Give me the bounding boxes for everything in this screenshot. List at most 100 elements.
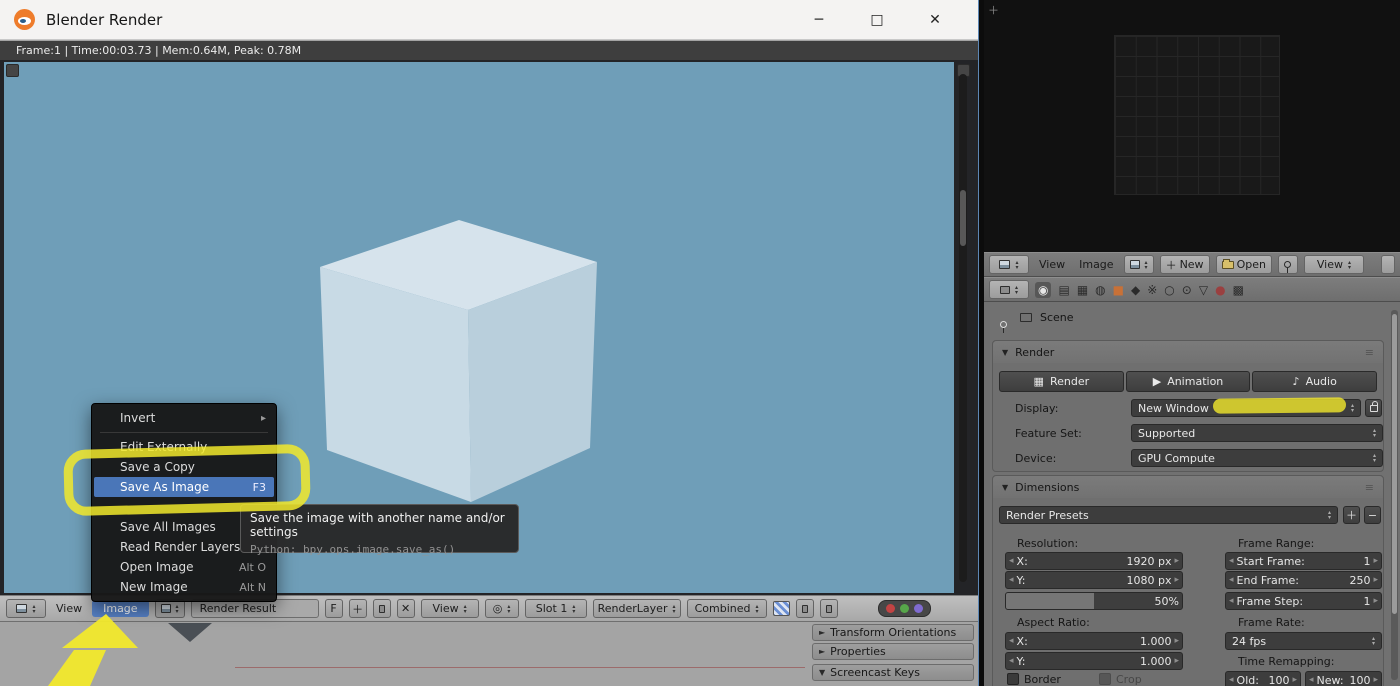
new-image-button[interactable]: ＋: [349, 599, 367, 618]
add-preset-button[interactable]: ＋: [1343, 506, 1360, 524]
tab-material-icon[interactable]: ●: [1215, 283, 1225, 297]
render-layer-dropdown[interactable]: RenderLayer ▴▾: [593, 599, 681, 618]
device-dropdown[interactable]: GPU Compute ▴▾: [1131, 449, 1383, 467]
increment-icon[interactable]: ▸: [1174, 636, 1179, 646]
dimensions-panel-header[interactable]: ▼ Dimensions ≡: [993, 476, 1383, 498]
tab-scene-icon[interactable]: ▦: [1077, 283, 1088, 297]
region-edge-widget[interactable]: [1381, 255, 1395, 274]
render-panel-header[interactable]: ▼ Render ≡: [993, 341, 1383, 363]
pack-image-button[interactable]: [373, 599, 391, 618]
editor-type-selector[interactable]: ▴▾: [6, 599, 46, 618]
increment-icon[interactable]: ▸: [1174, 575, 1179, 585]
green-toggle-icon[interactable]: [900, 604, 909, 613]
increment-icon[interactable]: ▸: [1174, 656, 1179, 666]
resolution-scale-slider[interactable]: 50%: [1005, 592, 1183, 610]
pivot-selector[interactable]: ◎ ▴▾: [485, 599, 519, 618]
lock-interface-button[interactable]: [1365, 399, 1382, 417]
border-checkbox[interactable]: Border: [1007, 673, 1061, 686]
tab-world-icon[interactable]: ◍: [1095, 283, 1105, 297]
close-button[interactable]: ✕: [906, 12, 964, 28]
animation-button[interactable]: ▶ Animation: [1126, 371, 1251, 392]
vertical-scrollbar-thumb[interactable]: [960, 190, 966, 246]
decrement-icon[interactable]: ◂: [1009, 575, 1014, 585]
crop-checkbox[interactable]: Crop: [1099, 673, 1142, 686]
display-dropdown[interactable]: New Window ▴▾: [1131, 399, 1361, 417]
start-frame-field[interactable]: ◂ Start Frame: 1 ▸: [1225, 552, 1382, 570]
tab-modifiers-icon[interactable]: ◆: [1131, 283, 1140, 297]
menu-item-save-a-copy[interactable]: Save a Copy: [92, 457, 276, 477]
resolution-y-field[interactable]: ◂ Y: 1080 px ▸: [1005, 571, 1183, 589]
increment-icon[interactable]: ▸: [1174, 556, 1179, 566]
maximize-button[interactable]: □: [848, 12, 906, 28]
image-menu-button[interactable]: Image: [92, 600, 148, 617]
frame-rate-dropdown[interactable]: 24 fps ▴▾: [1225, 632, 1382, 650]
decrement-icon[interactable]: ◂: [1009, 656, 1014, 666]
decrement-icon[interactable]: ◂: [1229, 596, 1234, 606]
tab-physics-icon[interactable]: ○: [1164, 283, 1174, 297]
menu-item-open-image[interactable]: Open Image Alt O: [92, 557, 276, 577]
editor-type-selector[interactable]: ▴▾: [989, 280, 1029, 299]
display-channel-button[interactable]: [820, 599, 838, 618]
remove-preset-button[interactable]: −: [1364, 506, 1381, 524]
region-plus-icon[interactable]: ＋: [988, 2, 999, 18]
blue-toggle-icon[interactable]: [914, 604, 923, 613]
audio-button[interactable]: ♪ Audio: [1252, 371, 1377, 392]
panel-properties[interactable]: ► Properties: [812, 643, 974, 660]
render-button[interactable]: ▦ Render: [999, 371, 1124, 392]
vertical-scrollbar[interactable]: [959, 74, 967, 582]
increment-icon[interactable]: ▸: [1292, 675, 1297, 685]
tab-texture-icon[interactable]: ▩: [1233, 283, 1244, 297]
slot-dropdown[interactable]: Slot 1 ▴▾: [525, 599, 587, 618]
end-frame-field[interactable]: ◂ End Frame: 250 ▸: [1225, 571, 1382, 589]
menu-item-invert[interactable]: Invert ▸: [92, 408, 276, 428]
increment-icon[interactable]: ▸: [1373, 575, 1378, 585]
remap-new-field[interactable]: ◂ New: 100 ▸: [1305, 671, 1382, 686]
remap-old-field[interactable]: ◂ Old: 100 ▸: [1225, 671, 1301, 686]
decrement-icon[interactable]: ◂: [1229, 575, 1234, 585]
frame-step-field[interactable]: ◂ Frame Step: 1 ▸: [1225, 592, 1382, 610]
panel-screencast-keys[interactable]: ▼ Screencast Keys: [812, 664, 974, 681]
decrement-icon[interactable]: ◂: [1009, 636, 1014, 646]
browse-image-selector[interactable]: ▴▾: [1124, 255, 1154, 274]
panel-transform-orientations[interactable]: ► Transform Orientations: [812, 624, 974, 641]
tab-render-layers-icon[interactable]: ▤: [1058, 283, 1069, 297]
tab-constraints-icon[interactable]: ⊙: [1182, 283, 1192, 297]
increment-icon[interactable]: ▸: [1373, 675, 1378, 685]
checkbox-icon[interactable]: [1099, 673, 1111, 685]
tab-particles-icon[interactable]: ※: [1147, 283, 1157, 297]
pin-button[interactable]: [1278, 255, 1298, 274]
view-menu[interactable]: View: [52, 602, 86, 615]
increment-icon[interactable]: ▸: [1373, 556, 1378, 566]
decrement-icon[interactable]: ◂: [1009, 556, 1014, 566]
region-corner-handle[interactable]: [6, 64, 19, 77]
tab-render-icon[interactable]: ◉: [1035, 282, 1051, 298]
decrement-icon[interactable]: ◂: [1229, 675, 1234, 685]
breadcrumb[interactable]: Scene: [1040, 311, 1074, 324]
menu-item-save-as-image[interactable]: Save As Image F3: [94, 477, 274, 497]
aspect-x-field[interactable]: ◂ X: 1.000 ▸: [1005, 632, 1183, 650]
panel-drag-icon[interactable]: ≡: [1365, 481, 1374, 494]
menu-item-edit-externally[interactable]: Edit Externally: [92, 437, 276, 457]
image-menu[interactable]: Image: [1075, 258, 1117, 271]
resolution-x-field[interactable]: ◂ X: 1920 px ▸: [1005, 552, 1183, 570]
menu-item-new-image[interactable]: New Image Alt N: [92, 577, 276, 597]
unlink-image-button[interactable]: ✕: [397, 599, 415, 618]
view-menu[interactable]: View: [1035, 258, 1069, 271]
decrement-icon[interactable]: ◂: [1309, 675, 1314, 685]
display-channel-button[interactable]: [796, 599, 814, 618]
render-presets-dropdown[interactable]: Render Presets ▴▾: [999, 506, 1338, 524]
aspect-y-field[interactable]: ◂ Y: 1.000 ▸: [1005, 652, 1183, 670]
draw-channels-icon[interactable]: [773, 601, 790, 616]
tab-object-icon[interactable]: ■: [1113, 283, 1124, 297]
feature-set-dropdown[interactable]: Supported ▴▾: [1131, 424, 1383, 442]
open-image-button[interactable]: Open: [1216, 255, 1272, 274]
panel-drag-icon[interactable]: ≡: [1365, 346, 1374, 359]
new-image-button[interactable]: ＋ New: [1160, 255, 1210, 274]
editor-type-selector[interactable]: ▴▾: [989, 255, 1029, 274]
fake-user-button[interactable]: F: [325, 599, 343, 618]
increment-icon[interactable]: ▸: [1373, 596, 1378, 606]
decrement-icon[interactable]: ◂: [1229, 556, 1234, 566]
pin-id-button[interactable]: [1000, 313, 1007, 332]
view-mode-dropdown[interactable]: View ▴▾: [421, 599, 479, 618]
checkbox-icon[interactable]: [1007, 673, 1019, 685]
